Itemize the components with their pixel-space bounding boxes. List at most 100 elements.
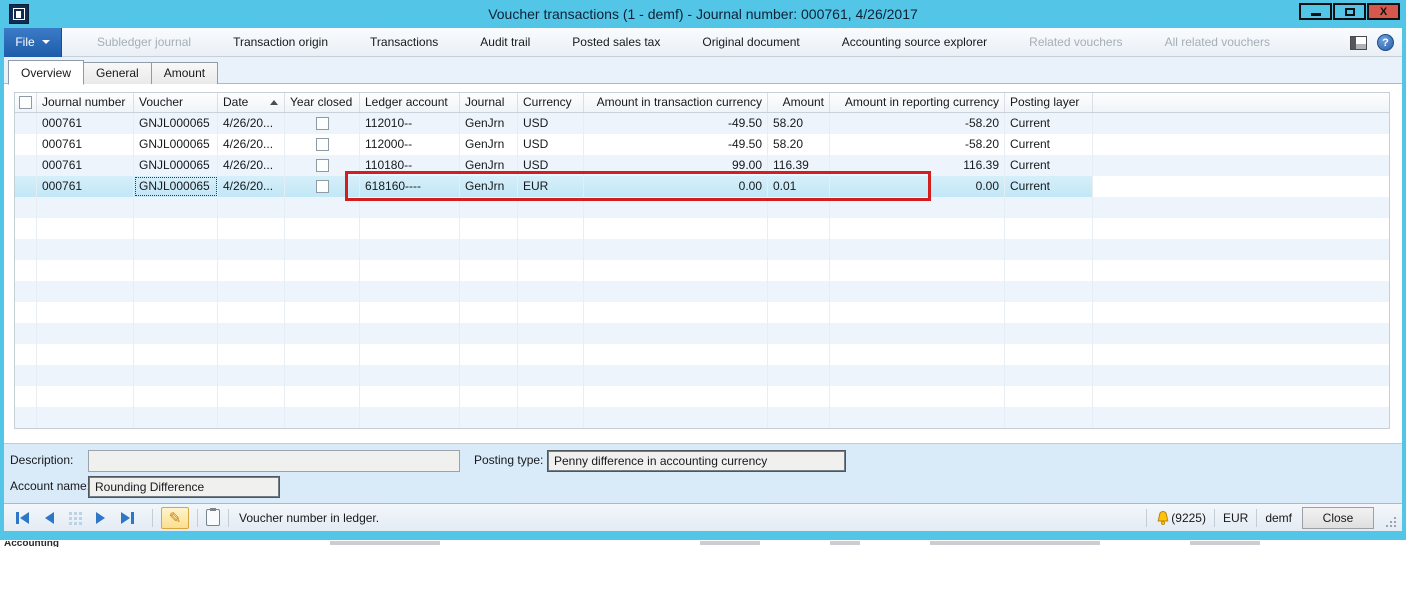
grid-cell-amount-transaction[interactable]: -49.50	[584, 134, 768, 155]
grid-cell-journal[interactable]: GenJrn	[460, 155, 518, 176]
clipboard-icon[interactable]	[206, 509, 220, 526]
year-closed-checkbox[interactable]	[285, 155, 360, 176]
currency-indicator[interactable]: EUR	[1223, 511, 1248, 525]
column-header-journal[interactable]: Journal	[460, 93, 518, 112]
tab-general[interactable]: General	[83, 62, 152, 84]
grid-cell-voucher[interactable]: GNJL000065	[134, 134, 218, 155]
grid-cell-posting-layer[interactable]: Current	[1005, 176, 1093, 197]
row-select-cell[interactable]	[15, 134, 37, 155]
edit-mode-button[interactable]: ✎	[161, 507, 189, 529]
row-select-cell[interactable]	[15, 155, 37, 176]
menu-item-transactions[interactable]: Transactions	[349, 35, 459, 49]
title-bar[interactable]: Voucher transactions (1 - demf) - Journa…	[0, 0, 1406, 28]
grid-cell-voucher[interactable]: GNJL000065	[134, 155, 218, 176]
column-header-voucher[interactable]: Voucher	[134, 93, 218, 112]
posting-type-field[interactable]: Penny difference in accounting currency	[547, 450, 846, 472]
grid-cell-journal-number[interactable]: 000761	[37, 134, 134, 155]
grid-cell-ledger-account[interactable]: 112010--	[360, 113, 460, 134]
grid-cell-amount-reporting[interactable]: -58.20	[830, 113, 1005, 134]
resize-grip[interactable]	[1384, 515, 1396, 527]
grid-cell-date[interactable]: 4/26/20...	[218, 155, 285, 176]
column-header-amount[interactable]: Amount	[768, 93, 830, 112]
grid-cell-currency[interactable]: USD	[518, 155, 584, 176]
grid-cell-amount-transaction[interactable]: 0.00	[584, 176, 768, 197]
grid-cell-amount-transaction[interactable]: 99.00	[584, 155, 768, 176]
year-closed-checkbox[interactable]	[285, 176, 360, 197]
column-header-journal-number[interactable]: Journal number	[37, 93, 134, 112]
grid-cell-filler[interactable]	[1093, 176, 1389, 197]
layout-pane-icon[interactable]	[1350, 36, 1367, 50]
last-record-button[interactable]	[118, 510, 136, 526]
menu-item-audit-trail[interactable]: Audit trail	[459, 35, 551, 49]
grid-view-icon[interactable]	[66, 510, 84, 526]
file-menu-button[interactable]: File	[4, 28, 62, 57]
next-record-button[interactable]	[92, 510, 110, 526]
grid-cell-journal[interactable]: GenJrn	[460, 176, 518, 197]
column-header-amount-in-reporting-currency[interactable]: Amount in reporting currency	[830, 93, 1005, 112]
table-row[interactable]: 000761GNJL0000654/26/20... 110180--GenJrn…	[15, 155, 1389, 176]
grid-cell-date[interactable]: 4/26/20...	[218, 134, 285, 155]
tab-amount[interactable]: Amount	[151, 62, 218, 84]
maximize-button[interactable]	[1333, 3, 1366, 20]
grid-cell-journal[interactable]: GenJrn	[460, 134, 518, 155]
first-record-button[interactable]	[14, 510, 32, 526]
help-icon[interactable]: ?	[1377, 34, 1394, 51]
grid-cell-filler[interactable]	[1093, 155, 1389, 176]
grid-cell-posting-layer[interactable]: Current	[1005, 155, 1093, 176]
account-name-field[interactable]: Rounding Difference	[88, 476, 280, 498]
grid-cell-ledger-account[interactable]: 618160----	[360, 176, 460, 197]
grid-cell-ledger-account[interactable]: 112000--	[360, 134, 460, 155]
notification-bell-icon[interactable]	[1155, 510, 1171, 526]
menu-item-accounting-source-explorer[interactable]: Accounting source explorer	[821, 35, 1008, 49]
previous-record-button[interactable]	[40, 510, 58, 526]
select-all-checkbox[interactable]	[15, 93, 37, 112]
grid-cell-currency[interactable]: USD	[518, 134, 584, 155]
menu-item-original-document[interactable]: Original document	[681, 35, 820, 49]
grid-cell-amount[interactable]: 116.39	[768, 155, 830, 176]
table-row[interactable]: 000761GNJL0000654/26/20... 112000--GenJrn…	[15, 134, 1389, 155]
column-header-year-closed[interactable]: Year closed	[285, 93, 360, 112]
grid-cell-amount-transaction[interactable]: -49.50	[584, 113, 768, 134]
tab-overview[interactable]: Overview	[8, 60, 84, 85]
grid-cell-amount[interactable]: 58.20	[768, 113, 830, 134]
column-header-amount-in-transaction-currency[interactable]: Amount in transaction currency	[584, 93, 768, 112]
column-header-ledger-account[interactable]: Ledger account	[360, 93, 460, 112]
column-header-posting-layer[interactable]: Posting layer	[1005, 93, 1093, 112]
grid-cell-posting-layer[interactable]: Current	[1005, 134, 1093, 155]
grid-cell-currency[interactable]: EUR	[518, 176, 584, 197]
minimize-button[interactable]	[1299, 3, 1332, 20]
year-closed-checkbox[interactable]	[285, 134, 360, 155]
grid-cell-amount-reporting[interactable]: 116.39	[830, 155, 1005, 176]
grid-cell-ledger-account[interactable]: 110180--	[360, 155, 460, 176]
grid-cell-currency[interactable]: USD	[518, 113, 584, 134]
column-header-currency[interactable]: Currency	[518, 93, 584, 112]
year-closed-checkbox[interactable]	[285, 113, 360, 134]
close-button[interactable]: Close	[1302, 507, 1374, 529]
company-indicator[interactable]: demf	[1265, 511, 1292, 525]
grid-cell-amount[interactable]: 58.20	[768, 134, 830, 155]
grid-cell-journal-number[interactable]: 000761	[37, 176, 134, 197]
table-row[interactable]: 000761GNJL0000654/26/20... 618160----GenJ…	[15, 176, 1389, 197]
grid-cell-journal-number[interactable]: 000761	[37, 155, 134, 176]
grid-cell-voucher[interactable]: GNJL000065	[134, 176, 218, 197]
grid-cell-filler[interactable]	[1093, 113, 1389, 134]
close-window-button[interactable]: X	[1367, 3, 1400, 20]
row-select-cell[interactable]	[15, 176, 37, 197]
row-select-cell[interactable]	[15, 113, 37, 134]
column-header-date[interactable]: Date	[218, 93, 285, 112]
menu-item-posted-sales-tax[interactable]: Posted sales tax	[551, 35, 681, 49]
description-field[interactable]	[88, 450, 460, 472]
grid-cell-amount-reporting[interactable]: -58.20	[830, 134, 1005, 155]
grid-cell-date[interactable]: 4/26/20...	[218, 176, 285, 197]
notification-count[interactable]: (9225)	[1171, 511, 1206, 525]
grid-cell-amount[interactable]: 0.01	[768, 176, 830, 197]
grid-cell-amount-reporting[interactable]: 0.00	[830, 176, 1005, 197]
grid-cell-posting-layer[interactable]: Current	[1005, 113, 1093, 134]
grid-cell-voucher[interactable]: GNJL000065	[134, 113, 218, 134]
menu-item-transaction-origin[interactable]: Transaction origin	[212, 35, 349, 49]
table-row[interactable]: 000761GNJL0000654/26/20... 112010--GenJrn…	[15, 113, 1389, 134]
grid-cell-date[interactable]: 4/26/20...	[218, 113, 285, 134]
grid-cell-journal-number[interactable]: 000761	[37, 113, 134, 134]
grid-cell-journal[interactable]: GenJrn	[460, 113, 518, 134]
grid-cell-filler[interactable]	[1093, 134, 1389, 155]
